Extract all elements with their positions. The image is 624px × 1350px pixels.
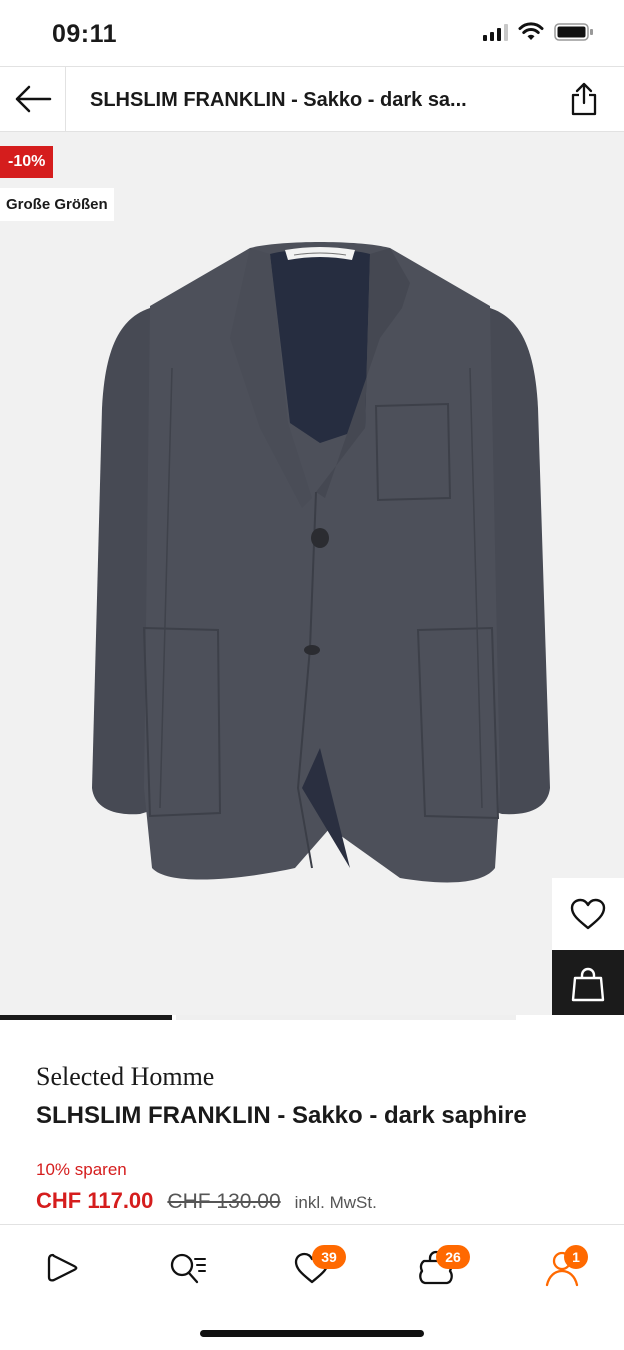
wishlist-count-badge: 39 [312,1245,346,1269]
product-header: SLHSLIM FRANKLIN - Sakko - dark sa... [0,66,624,132]
nav-home[interactable] [32,1243,92,1293]
play-outline-icon [47,1253,78,1282]
original-price: CHF 130.00 [167,1190,281,1213]
status-icons [483,22,594,42]
nav-bag[interactable]: 26 [406,1243,470,1293]
savings-label: 10% sparen [36,1160,127,1179]
battery-icon [554,23,593,41]
jacket-button-top [311,528,329,548]
nav-wishlist[interactable]: 39 [282,1243,346,1293]
product-image-jacket [92,242,550,883]
heart-icon [570,898,606,930]
carousel-indicator-rest [176,1015,516,1020]
price-row: CHF 117.00 CHF 130.00 inkl. MwSt. [36,1188,377,1214]
nav-search[interactable] [158,1243,218,1293]
product-name: SLHSLIM FRANKLIN - Sakko - dark saphire [36,1102,527,1129]
jacket-button-bottom [304,645,320,655]
bag-count-badge: 26 [436,1245,470,1269]
carousel-indicator-active [0,1015,172,1020]
cellular-signal-icon [483,23,508,41]
image-carousel-indicator [0,1015,624,1020]
brand-name[interactable]: Selected Homme [36,1062,214,1092]
back-button[interactable] [0,67,66,131]
shopping-bag-icon [571,967,605,1002]
search-list-icon [170,1253,206,1284]
share-button[interactable] [562,77,606,121]
wifi-icon [518,22,544,40]
account-notification-badge: 1 [564,1245,588,1269]
arrow-left-icon [15,85,51,113]
vat-note: inkl. MwSt. [294,1193,377,1212]
header-title: SLHSLIM FRANKLIN - Sakko - dark sa... [90,89,467,111]
add-to-wishlist-button[interactable] [552,878,624,950]
add-to-bag-button[interactable] [552,950,624,1020]
discount-badge: -10% [0,146,54,178]
current-price: CHF 117.00 [36,1188,154,1213]
nav-account[interactable]: 1 [532,1243,592,1293]
size-badge: Große Größen [0,188,114,221]
product-image-gallery[interactable]: -10% Große Größen [0,132,624,1020]
status-bar: 09:11 [0,0,624,66]
home-indicator [200,1330,424,1337]
share-icon [571,82,597,116]
status-time: 09:11 [52,20,118,48]
